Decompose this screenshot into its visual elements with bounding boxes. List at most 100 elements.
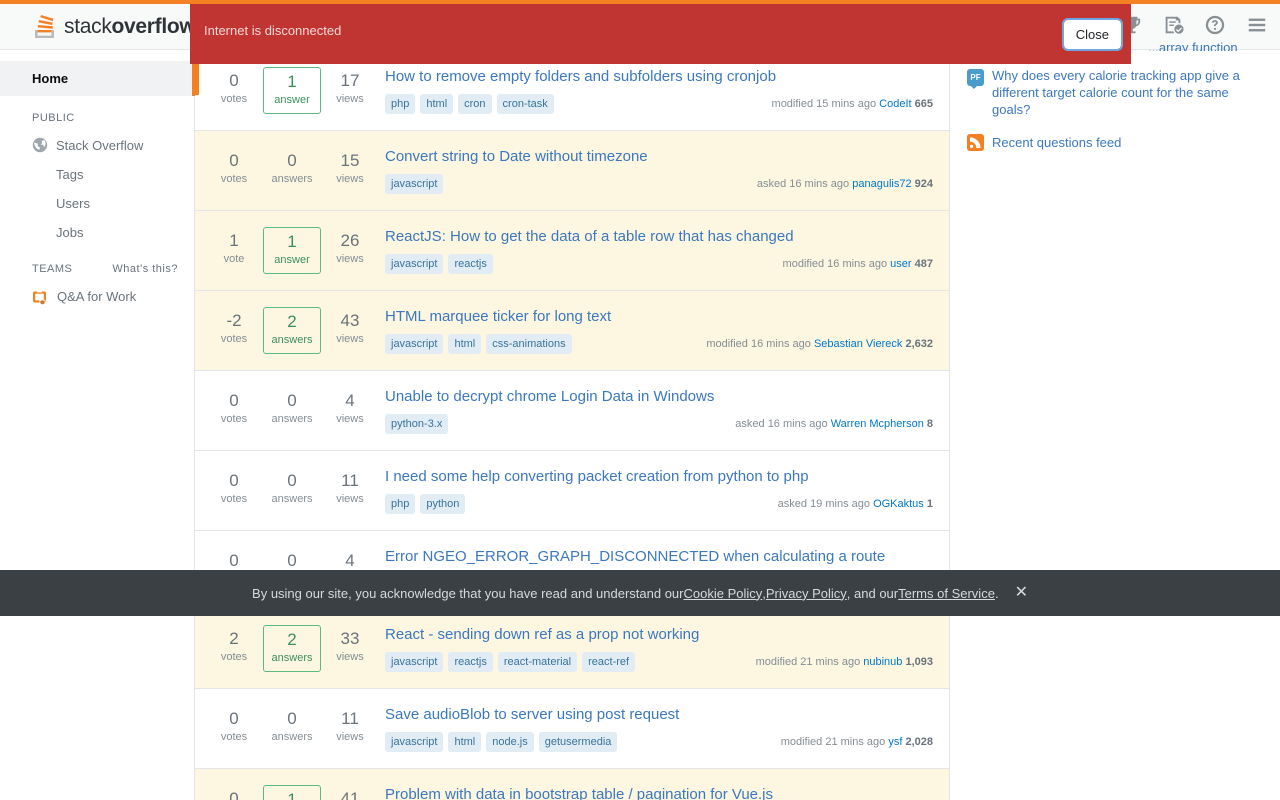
tag[interactable]: javascript [385, 254, 443, 274]
tag[interactable]: html [448, 334, 481, 354]
tag[interactable]: javascript [385, 174, 443, 194]
question-meta-row: javascripthtmlcss-animationsmodified 16 … [385, 334, 933, 354]
tag[interactable]: javascript [385, 652, 443, 672]
votes-stat-count: 0 [205, 471, 263, 491]
answers-stat: 0answers [263, 705, 321, 745]
privacy-policy-link[interactable]: Privacy Policy [766, 586, 847, 601]
tag[interactable]: cron [458, 94, 491, 114]
tag[interactable]: react-ref [582, 652, 635, 672]
tag[interactable]: html [420, 94, 453, 114]
question-title-link[interactable]: Problem with data in bootstrap table / p… [385, 785, 933, 800]
question-title-link[interactable]: HTML marquee ticker for long text [385, 307, 933, 326]
right-sidebar: PF Why does every calorie tracking app g… [951, 51, 1280, 800]
tag[interactable]: php [385, 494, 415, 514]
author-reputation: 924 [915, 178, 933, 190]
question-title-link[interactable]: Unable to decrypt chrome Login Data in W… [385, 387, 933, 406]
question-row[interactable]: -2votes2answers43viewsHTML marquee ticke… [195, 291, 949, 371]
views-stat-count: 17 [321, 71, 379, 91]
tag-list: javascripthtmlnode.js getusermedia [385, 732, 617, 752]
sidebar-item-users[interactable]: Users [0, 189, 194, 218]
question-summary: Unable to decrypt chrome Login Data in W… [379, 387, 933, 434]
left-sidebar: Home PUBLIC Stack Overflow Tags Users Jo… [0, 51, 195, 800]
question-row[interactable]: 0votes0answers4views Unable to decrypt ch… [195, 371, 949, 451]
sidebar-item-label: Tags [56, 167, 83, 182]
answers-stat-label: answer [264, 92, 320, 108]
tag[interactable]: node.js [486, 732, 533, 752]
views-stat-label: views [321, 729, 379, 745]
tag[interactable]: reactjs [448, 254, 492, 274]
author-link[interactable]: ysf [888, 736, 902, 748]
question-row[interactable]: 1vote1answer26viewsReactJS: How to get t… [195, 211, 949, 291]
hot-network-question[interactable]: PF Why does every calorie tracking app g… [967, 67, 1264, 118]
answers-stat-count: 1 [264, 790, 320, 800]
activity-time: modified 21 mins ago [781, 736, 886, 748]
question-row[interactable]: 0votes1answer41viewsProblem with data in… [195, 769, 949, 800]
cookie-text-suffix: . [995, 586, 999, 601]
author-link[interactable]: Warren Mcpherson [831, 418, 924, 430]
tag[interactable]: getusermedia [539, 732, 618, 752]
question-row[interactable]: 2votes2answers33viewsReact - sending dow… [195, 609, 949, 689]
review-inbox-icon[interactable] [1160, 12, 1186, 38]
notification-close-button[interactable]: Close [1064, 20, 1121, 49]
views-stat: 26views [321, 227, 379, 267]
votes-stat: 0votes [205, 467, 263, 507]
question-summary: HTML marquee ticker for long text javascr… [379, 307, 933, 354]
sidebar-item-tags[interactable]: Tags [0, 160, 194, 189]
tag[interactable]: javascript [385, 732, 443, 752]
tag[interactable]: javascript [385, 334, 443, 354]
question-title-link[interactable]: Convert string to Date without timezone [385, 147, 933, 166]
question-stats: 0votes0answers11views [195, 467, 379, 514]
sidebar-item-qa-for-work[interactable]: Q&A for Work [0, 281, 194, 312]
sidebar-item-jobs[interactable]: Jobs [0, 218, 194, 247]
answers-stat-count: 1 [264, 232, 320, 252]
sidebar-item-stack-overflow[interactable]: Stack Overflow [0, 130, 194, 160]
question-title-link[interactable]: How to remove empty folders and subfolde… [385, 67, 933, 86]
question-meta-row: phppythonasked 19 mins ago OGKaktus 1 [385, 494, 933, 514]
cookie-policy-link[interactable]: Cookie Policy [683, 586, 762, 601]
author-link[interactable]: nubinub [863, 656, 902, 668]
tag-list: javascripthtmlcss-animations [385, 334, 572, 354]
question-row[interactable]: 0votes0answers11views I need some help co… [195, 451, 949, 531]
tag[interactable]: php [385, 94, 415, 114]
question-row[interactable]: 0votes0answers11views Save audioBlob to s… [195, 689, 949, 769]
cookie-close-icon[interactable]: ✕ [1015, 585, 1028, 601]
question-title-link[interactable]: React - sending down ref as a prop not w… [385, 625, 933, 644]
question-row[interactable]: 0votes0answers15viewsConvert string to D… [195, 131, 949, 211]
author-link[interactable]: panagulis72 [852, 178, 911, 190]
sidebar-item-home[interactable]: Home [0, 61, 195, 96]
help-icon[interactable] [1202, 12, 1228, 38]
tag[interactable]: python [420, 494, 465, 514]
teams-whats-this-link[interactable]: What's this? [112, 263, 178, 275]
tag[interactable]: cron-task [497, 94, 554, 114]
votes-stat-count: 0 [205, 151, 263, 171]
tag[interactable]: css-animations [486, 334, 571, 354]
sidebar-item-label: Stack Overflow [56, 138, 143, 153]
tag[interactable]: html [448, 732, 481, 752]
question-stats: 0votes0answers4views [195, 387, 379, 434]
votes-stat-count: 0 [205, 789, 263, 800]
question-title-link[interactable]: Error NGEO_ERROR_GRAPH_DISCONNECTED when… [385, 547, 933, 566]
author-link[interactable]: CodeIt [879, 98, 911, 110]
votes-stat-count: 2 [205, 629, 263, 649]
question-title-link[interactable]: ReactJS: How to get the data of a table … [385, 227, 933, 246]
author-reputation: 487 [915, 258, 933, 270]
terms-of-service-link[interactable]: Terms of Service [898, 586, 995, 601]
logo-wordmark: stackoverflow [64, 15, 195, 39]
votes-stat-label: votes [205, 171, 263, 187]
hot-question-title: Why does every calorie tracking app give… [992, 67, 1264, 118]
recent-questions-feed-link[interactable]: Recent questions feed [967, 134, 1264, 151]
question-title-link[interactable]: Save audioBlob to server using post requ… [385, 705, 933, 724]
tag[interactable]: react-material [498, 652, 577, 672]
author-link[interactable]: Sebastian Viereck [814, 338, 902, 350]
votes-stat: 0votes [205, 705, 263, 745]
tag[interactable]: reactjs [448, 652, 492, 672]
tag[interactable]: python-3.x [385, 414, 448, 434]
hamburger-menu-icon[interactable] [1244, 12, 1270, 38]
author-link[interactable]: OGKaktus [873, 498, 924, 510]
votes-stat-label: votes [205, 411, 263, 427]
author-link[interactable]: user [890, 258, 911, 270]
question-title-link[interactable]: I need some help converting packet creat… [385, 467, 933, 486]
views-stat-count: 11 [321, 709, 379, 729]
answers-stat-label: answers [264, 650, 320, 666]
stackoverflow-logo[interactable]: stackoverflow [32, 10, 195, 44]
